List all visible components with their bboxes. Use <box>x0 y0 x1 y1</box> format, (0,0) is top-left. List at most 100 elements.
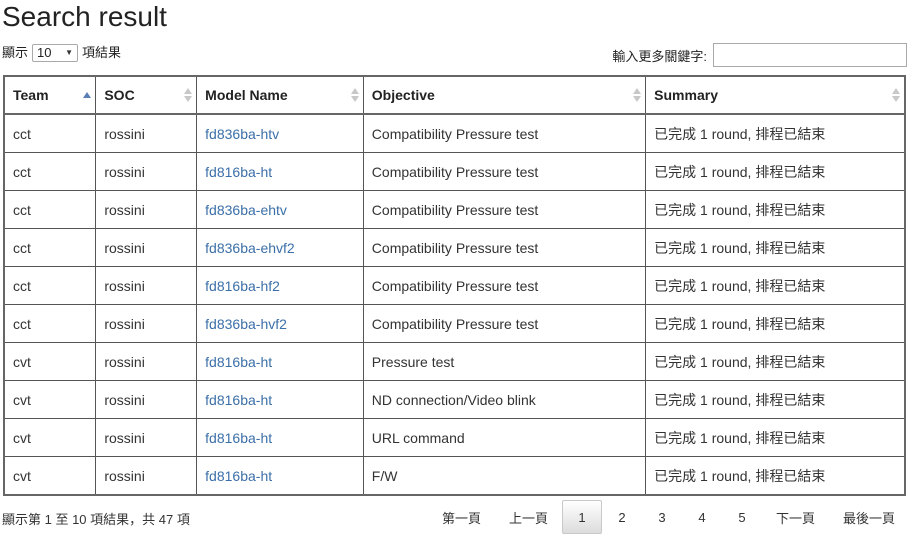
page-length-value: 10 <box>37 45 52 60</box>
page-button-3[interactable]: 3 <box>642 500 682 534</box>
cell-objective: Pressure test <box>362 342 647 381</box>
cell-team: cct <box>3 190 97 229</box>
first-page-button[interactable]: 第一頁 <box>428 500 495 534</box>
cell-model-name: fd816ba-hf2 <box>196 266 364 305</box>
cell-model-name: fd816ba-ht <box>196 152 364 191</box>
sort-ascending-icon <box>83 87 92 103</box>
cell-model-name: fd816ba-ht <box>196 380 364 419</box>
page-button-1[interactable]: 1 <box>561 500 602 534</box>
page-button-2[interactable]: 2 <box>602 500 642 534</box>
cell-team: cct <box>3 113 97 153</box>
cell-team: cvt <box>3 418 97 457</box>
page-title: Search result <box>2 1 167 32</box>
model-link[interactable]: fd816ba-ht <box>205 430 272 446</box>
cell-team: cvt <box>3 342 97 381</box>
pagination: 第一頁 上一頁 1 2 3 4 5 下一頁 最後一頁 <box>428 500 909 534</box>
cell-soc: rossini <box>95 380 198 419</box>
cell-summary: 已完成 1 round, 排程已結束 <box>645 418 906 457</box>
page-button-4[interactable]: 4 <box>682 500 722 534</box>
cell-objective: Compatibility Pressure test <box>362 190 647 229</box>
cell-summary: 已完成 1 round, 排程已結束 <box>645 342 906 381</box>
cell-model-name: fd816ba-ht <box>196 342 364 381</box>
cell-objective: Compatibility Pressure test <box>362 152 647 191</box>
sort-icon <box>350 87 359 103</box>
cell-soc: rossini <box>95 266 198 305</box>
table-row: cct rossini fd836ba-htv Compatibility Pr… <box>3 113 906 153</box>
sort-icon <box>892 87 900 103</box>
previous-page-button[interactable]: 上一頁 <box>495 500 562 534</box>
cell-summary: 已完成 1 round, 排程已結束 <box>645 228 906 267</box>
search-input[interactable] <box>713 43 907 67</box>
cell-summary: 已完成 1 round, 排程已結束 <box>645 190 906 229</box>
cell-team: cvt <box>3 380 97 419</box>
table-row: cvt rossini fd816ba-ht F/W 已完成 1 round, … <box>3 456 906 496</box>
cell-summary: 已完成 1 round, 排程已結束 <box>645 266 906 305</box>
cell-objective: Compatibility Pressure test <box>362 304 647 343</box>
last-page-button[interactable]: 最後一頁 <box>829 500 909 534</box>
table-row: cvt rossini fd816ba-ht Pressure test 已完成… <box>3 342 906 381</box>
cell-summary: 已完成 1 round, 排程已結束 <box>645 304 906 343</box>
table-row: cct rossini fd816ba-hf2 Compatibility Pr… <box>3 266 906 305</box>
cell-soc: rossini <box>95 418 198 457</box>
model-link[interactable]: fd836ba-ehtv <box>205 202 287 218</box>
page-button-5[interactable]: 5 <box>722 500 762 534</box>
cell-team: cct <box>3 266 97 305</box>
table-header-row: Team SOC Model Name Objective Summary <box>3 75 906 115</box>
chevron-down-icon: ▼ <box>65 48 74 57</box>
sort-icon <box>184 87 193 103</box>
cell-model-name: fd816ba-ht <box>196 418 364 457</box>
page-length-prefix: 顯示 <box>2 45 29 60</box>
column-header-model-name[interactable]: Model Name <box>196 75 364 115</box>
column-header-team[interactable]: Team <box>3 75 97 115</box>
cell-team: cvt <box>3 456 97 496</box>
cell-summary: 已完成 1 round, 排程已結束 <box>645 380 906 419</box>
table-info: 顯示第 1 至 10 項結果，共 47 項 <box>2 512 190 527</box>
cell-model-name: fd836ba-hvf2 <box>196 304 364 343</box>
model-link[interactable]: fd816ba-ht <box>205 164 272 180</box>
cell-objective: Compatibility Pressure test <box>362 266 647 305</box>
cell-team: cct <box>3 304 97 343</box>
cell-team: cct <box>3 152 97 191</box>
cell-objective: ND connection/Video blink <box>362 380 647 419</box>
cell-model-name: fd836ba-ehtv <box>196 190 364 229</box>
model-link[interactable]: fd816ba-hf2 <box>205 278 280 294</box>
cell-soc: rossini <box>95 456 198 496</box>
model-link[interactable]: fd816ba-ht <box>205 354 272 370</box>
table-row: cct rossini fd816ba-ht Compatibility Pre… <box>3 152 906 191</box>
cell-soc: rossini <box>95 342 198 381</box>
page-length-control: 顯示 10 ▼ 項結果 <box>2 44 121 62</box>
model-link[interactable]: fd836ba-htv <box>205 126 279 142</box>
page-length-suffix: 項結果 <box>82 45 122 60</box>
model-link[interactable]: fd816ba-ht <box>205 468 272 484</box>
cell-objective: Compatibility Pressure test <box>362 113 647 153</box>
cell-summary: 已完成 1 round, 排程已結束 <box>645 113 906 153</box>
model-link[interactable]: fd816ba-ht <box>205 392 272 408</box>
search-filter-label: 輸入更多關鍵字: <box>612 48 707 64</box>
table-row: cct rossini fd836ba-ehtv Compatibility P… <box>3 190 906 229</box>
cell-objective: URL command <box>362 418 647 457</box>
cell-objective: Compatibility Pressure test <box>362 228 647 267</box>
cell-soc: rossini <box>95 228 198 267</box>
table-row: cvt rossini fd816ba-ht URL command 已完成 1… <box>3 418 906 457</box>
cell-team: cct <box>3 228 97 267</box>
column-header-soc[interactable]: SOC <box>95 75 198 115</box>
cell-soc: rossini <box>95 113 198 153</box>
table-row: cct rossini fd836ba-ehvf2 Compatibility … <box>3 228 906 267</box>
table-row: cvt rossini fd816ba-ht ND connection/Vid… <box>3 380 906 419</box>
results-table: Team SOC Model Name Objective Summary cc… <box>3 75 906 496</box>
model-link[interactable]: fd836ba-ehvf2 <box>205 240 295 256</box>
next-page-button[interactable]: 下一頁 <box>762 500 829 534</box>
column-header-objective[interactable]: Objective <box>362 75 647 115</box>
cell-objective: F/W <box>362 456 647 496</box>
cell-model-name: fd836ba-htv <box>196 113 364 153</box>
column-header-summary[interactable]: Summary <box>645 75 906 115</box>
cell-summary: 已完成 1 round, 排程已結束 <box>645 152 906 191</box>
cell-soc: rossini <box>95 304 198 343</box>
search-filter: 輸入更多關鍵字: <box>612 43 907 67</box>
model-link[interactable]: fd836ba-hvf2 <box>205 316 287 332</box>
page-length-select[interactable]: 10 ▼ <box>32 44 79 62</box>
cell-soc: rossini <box>95 152 198 191</box>
cell-model-name: fd816ba-ht <box>196 456 364 496</box>
cell-soc: rossini <box>95 190 198 229</box>
cell-model-name: fd836ba-ehvf2 <box>196 228 364 267</box>
